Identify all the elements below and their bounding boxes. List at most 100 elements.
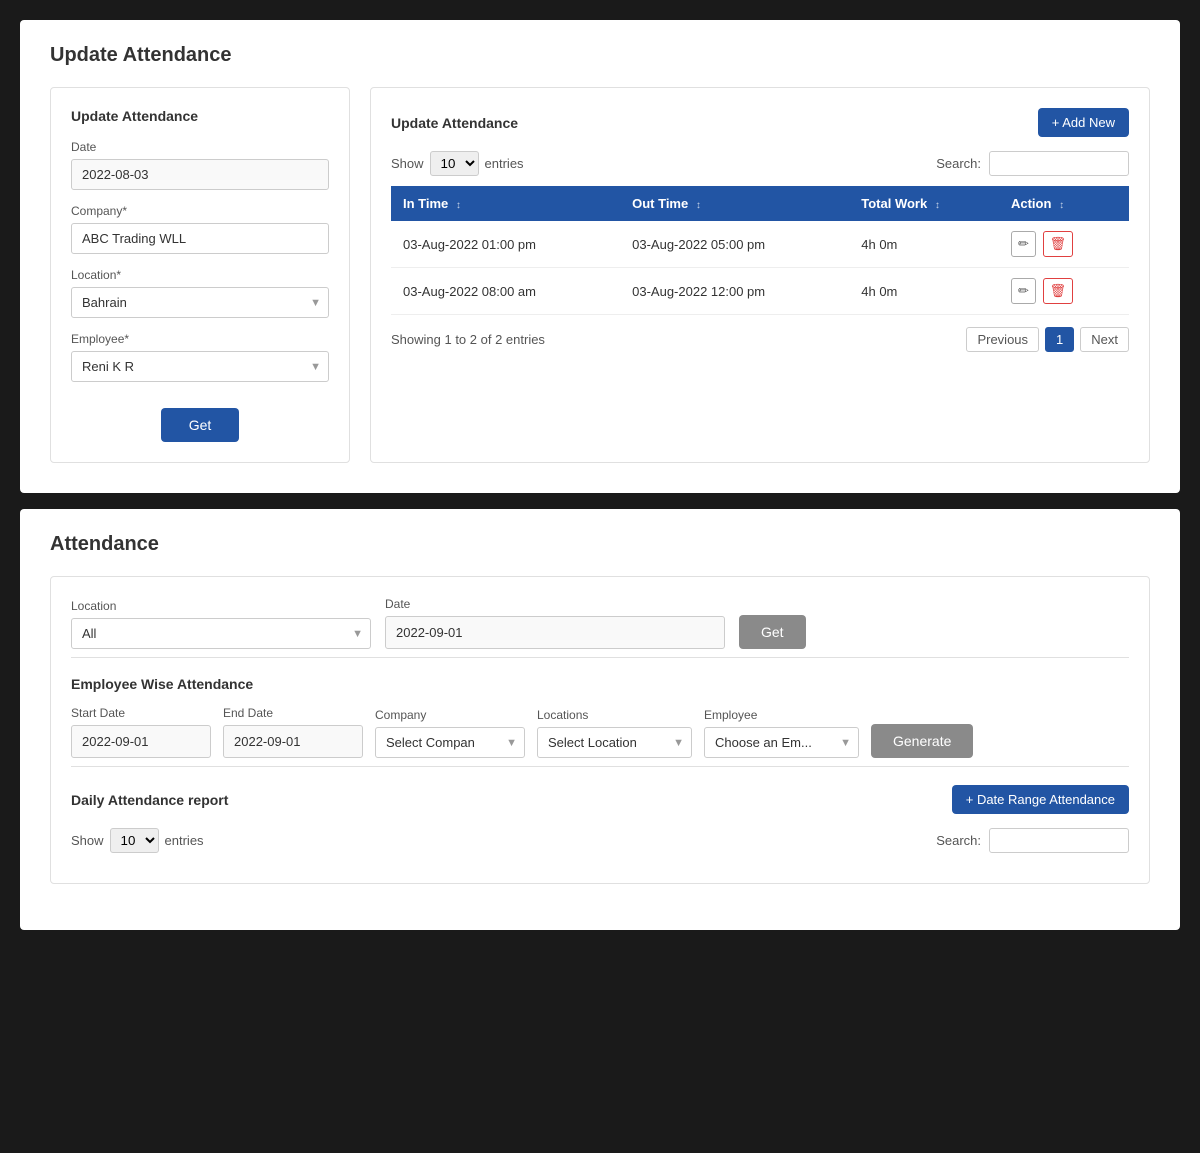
edit-button[interactable]: ✏ (1011, 231, 1036, 257)
cell-action: ✏ 🗑 (999, 268, 1129, 315)
emp-locations-select-wrapper: Select Location ▼ (537, 727, 692, 758)
att-location-label: Location (71, 599, 371, 613)
col-out-time: Out Time ↕ (620, 186, 849, 221)
company-select[interactable]: ABC Trading WLL (71, 223, 329, 254)
emp-wise-title: Employee Wise Attendance (71, 676, 1129, 692)
date-range-button[interactable]: + Date Range Attendance (952, 785, 1129, 814)
emp-employee-group: Employee Choose an Em... ▼ (704, 708, 859, 758)
search-box: Search: (936, 151, 1129, 176)
daily-header: Daily Attendance report + Date Range Att… (71, 785, 1129, 814)
table-header-row: In Time ↕ Out Time ↕ Total Work ↕ Acti (391, 186, 1129, 221)
start-date-group: Start Date (71, 706, 211, 758)
panel-body: Update Attendance Date Company* ABC Trad… (50, 87, 1150, 463)
update-attendance-title: Update Attendance (50, 44, 1150, 67)
att-location-select[interactable]: All (71, 618, 371, 649)
employee-group: Employee* Reni K R ▼ (71, 332, 329, 382)
sort-icon-action: ↕ (1059, 200, 1064, 211)
cell-total-work: 4h 0m (849, 268, 999, 315)
end-date-input[interactable] (223, 725, 363, 758)
sort-icon-in-time: ↕ (456, 200, 461, 211)
location-field-group: Location All ▼ (71, 599, 371, 649)
attendance-title: Attendance (50, 533, 1150, 556)
edit-button[interactable]: ✏ (1011, 278, 1036, 304)
cell-in-time: 03-Aug-2022 08:00 am (391, 268, 620, 315)
daily-title: Daily Attendance report (71, 792, 228, 808)
col-in-time: In Time ↕ (391, 186, 620, 221)
right-col-title: Update Attendance (391, 115, 518, 131)
daily-search-input[interactable] (989, 828, 1129, 853)
emp-employee-select[interactable]: Choose an Em... (704, 727, 859, 758)
delete-button[interactable]: 🗑 (1043, 231, 1074, 257)
table-footer: Showing 1 to 2 of 2 entries Previous 1 N… (391, 327, 1129, 352)
entries-label: entries (485, 156, 524, 171)
pagination: Previous 1 Next (966, 327, 1129, 352)
sort-icon-out-time: ↕ (696, 200, 701, 211)
employee-select[interactable]: Reni K R (71, 351, 329, 382)
company-label: Company* (71, 204, 329, 218)
right-table: Update Attendance + Add New Show 10 25 5… (370, 87, 1150, 463)
end-date-label: End Date (223, 706, 363, 720)
page-1-button[interactable]: 1 (1045, 327, 1074, 352)
location-group: Location* Bahrain ▼ (71, 268, 329, 318)
get-button[interactable]: Get (161, 408, 240, 442)
att-date-label: Date (385, 597, 725, 611)
att-date-input[interactable] (385, 616, 725, 649)
show-label: Show (391, 156, 424, 171)
emp-employee-select-wrapper: Choose an Em... ▼ (704, 727, 859, 758)
location-select-wrapper: Bahrain ▼ (71, 287, 329, 318)
attendance-table: In Time ↕ Out Time ↕ Total Work ↕ Acti (391, 186, 1129, 315)
emp-company-select-wrapper: Select Compan ▼ (375, 727, 525, 758)
next-button[interactable]: Next (1080, 327, 1129, 352)
company-group: Company* ABC Trading WLL (71, 204, 329, 254)
daily-show-select[interactable]: 10 25 50 (110, 828, 159, 853)
daily-show-entries: Show 10 25 50 entries (71, 828, 204, 853)
update-attendance-panel: Update Attendance Update Attendance Date… (20, 20, 1180, 493)
emp-locations-select[interactable]: Select Location (537, 727, 692, 758)
add-new-button[interactable]: + Add New (1038, 108, 1129, 137)
previous-button[interactable]: Previous (966, 327, 1039, 352)
col-action: Action ↕ (999, 186, 1129, 221)
cell-action: ✏ 🗑 (999, 221, 1129, 268)
emp-company-select[interactable]: Select Compan (375, 727, 525, 758)
show-entries: Show 10 25 50 entries (391, 151, 524, 176)
att-get-button[interactable]: Get (739, 615, 806, 649)
daily-attendance-section: Daily Attendance report + Date Range Att… (71, 766, 1129, 853)
company-select-wrapper: ABC Trading WLL (71, 223, 329, 254)
search-input[interactable] (989, 151, 1129, 176)
right-col-header: Update Attendance + Add New (391, 108, 1129, 137)
location-label: Location* (71, 268, 329, 282)
emp-wise-row: Start Date End Date Company Select Compa… (71, 706, 1129, 758)
date-label: Date (71, 140, 329, 154)
daily-entries-label: entries (165, 833, 204, 848)
end-date-group: End Date (223, 706, 363, 758)
delete-button[interactable]: 🗑 (1043, 278, 1074, 304)
emp-company-label: Company (375, 708, 525, 722)
emp-company-group: Company Select Compan ▼ (375, 708, 525, 758)
employee-label: Employee* (71, 332, 329, 346)
attendance-filter-row: Location All ▼ Date Get (71, 597, 1129, 649)
table-row: 03-Aug-2022 01:00 pm 03-Aug-2022 05:00 p… (391, 221, 1129, 268)
col-total-work: Total Work ↕ (849, 186, 999, 221)
att-location-select-wrapper: All ▼ (71, 618, 371, 649)
show-entries-select[interactable]: 10 25 50 (430, 151, 479, 176)
date-group: Date (71, 140, 329, 190)
date-input[interactable] (71, 159, 329, 190)
emp-locations-label: Locations (537, 708, 692, 722)
left-form: Update Attendance Date Company* ABC Trad… (50, 87, 350, 463)
table-controls: Show 10 25 50 entries Search: (391, 151, 1129, 176)
sort-icon-total-work: ↕ (935, 200, 940, 211)
daily-search-label: Search: (936, 833, 981, 848)
cell-total-work: 4h 0m (849, 221, 999, 268)
employee-select-wrapper: Reni K R ▼ (71, 351, 329, 382)
daily-show-label: Show (71, 833, 104, 848)
start-date-input[interactable] (71, 725, 211, 758)
cell-out-time: 03-Aug-2022 12:00 pm (620, 268, 849, 315)
showing-text: Showing 1 to 2 of 2 entries (391, 332, 545, 347)
location-select[interactable]: Bahrain (71, 287, 329, 318)
search-label: Search: (936, 156, 981, 171)
att-date-field-group: Date (385, 597, 725, 649)
attendance-panel: Attendance Location All ▼ Date Get Emplo… (20, 509, 1180, 930)
daily-search-box: Search: (936, 828, 1129, 853)
generate-button[interactable]: Generate (871, 724, 973, 758)
left-form-title: Update Attendance (71, 108, 329, 124)
